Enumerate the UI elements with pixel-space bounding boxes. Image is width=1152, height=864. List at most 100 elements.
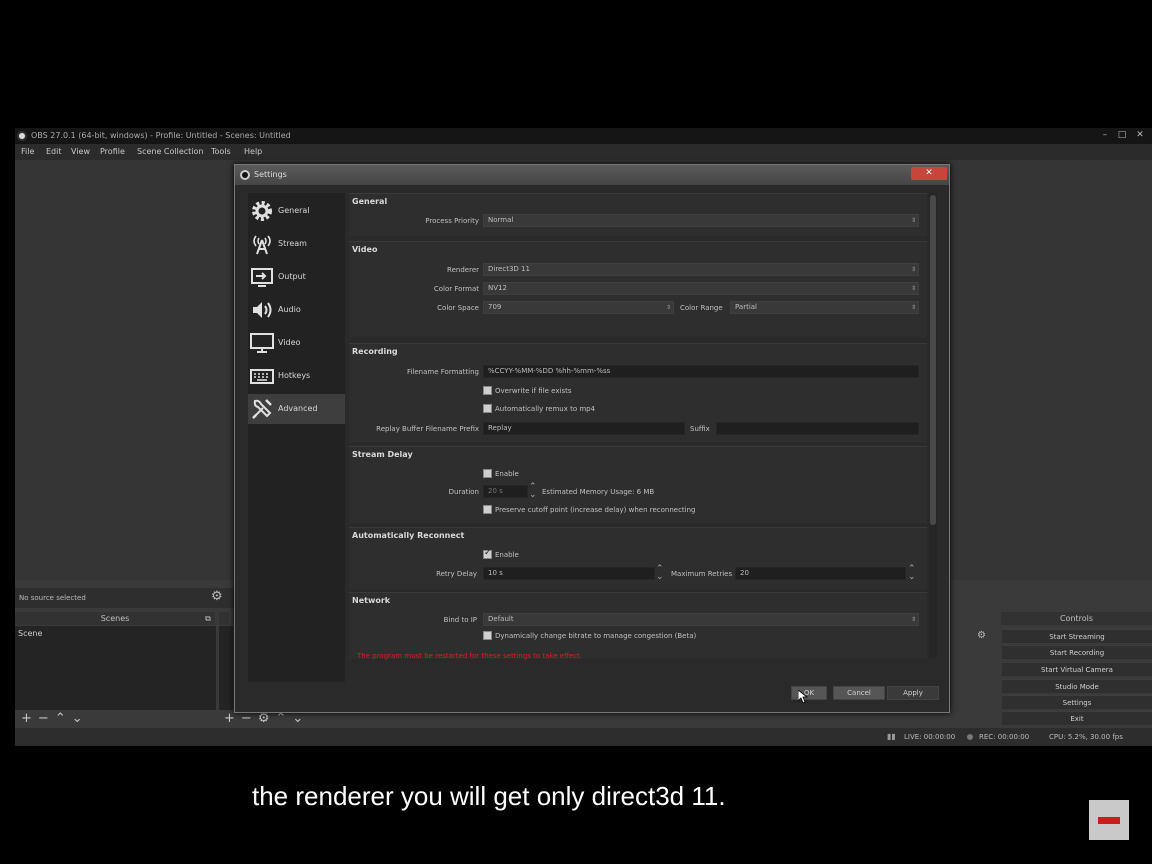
start-recording-button[interactable]: Start Recording bbox=[1002, 645, 1152, 659]
scrollbar-thumb[interactable] bbox=[930, 195, 936, 525]
scenes-list[interactable]: Scene bbox=[15, 626, 216, 710]
menu-file[interactable]: File bbox=[21, 147, 34, 156]
filename-formatting-input[interactable]: %CCYY-%MM-%DD %hh-%mm-%ss bbox=[483, 365, 919, 378]
settings-button[interactable]: Settings bbox=[1002, 695, 1152, 709]
start-virtual-camera-button[interactable]: Start Virtual Camera bbox=[1002, 662, 1152, 676]
section-title: Video bbox=[352, 245, 378, 254]
color-range-select[interactable]: Partial ⇕ bbox=[730, 301, 919, 314]
close-icon[interactable]: ✕ bbox=[1133, 129, 1147, 141]
no-source-label: No source selected bbox=[19, 594, 86, 602]
process-priority-label: Process Priority bbox=[425, 217, 479, 225]
cancel-button[interactable]: Cancel bbox=[833, 686, 885, 700]
sidebar-item-general[interactable]: General bbox=[248, 196, 345, 226]
output-icon bbox=[251, 268, 273, 287]
color-format-select[interactable]: NV12 ⇕ bbox=[483, 282, 919, 295]
suffix-label: Suffix bbox=[690, 425, 710, 433]
sidebar-item-video[interactable]: Video bbox=[248, 328, 345, 358]
exit-button[interactable]: Exit bbox=[1002, 711, 1152, 725]
sidebar-item-advanced[interactable]: Advanced bbox=[248, 394, 345, 424]
bind-ip-select[interactable]: Default ⇕ bbox=[483, 613, 919, 626]
studio-mode-button[interactable]: Studio Mode bbox=[1002, 679, 1152, 693]
renderer-select[interactable]: Direct3D 11 ⇕ bbox=[483, 263, 919, 276]
settings-content: General Process Priority Normal ⇕ Video R… bbox=[349, 193, 927, 659]
obs-logo-icon bbox=[240, 170, 250, 180]
gear-icon bbox=[252, 201, 272, 221]
color-format-label: Color Format bbox=[433, 285, 479, 293]
suffix-input[interactable] bbox=[716, 422, 919, 435]
source-settings-gear-icon[interactable]: ⚙ bbox=[258, 711, 270, 726]
dock-float-icon[interactable]: ⧉ bbox=[201, 612, 215, 625]
retry-delay-label: Retry Delay bbox=[436, 570, 477, 578]
dynamic-bitrate-checkbox[interactable] bbox=[483, 631, 492, 640]
duration-input[interactable]: 20 s bbox=[483, 485, 528, 498]
source-up-icon[interactable]: ⌃ bbox=[275, 711, 286, 726]
settings-scrollbar[interactable] bbox=[929, 193, 937, 659]
max-retries-spinner-icon[interactable]: ⌃ ⌄ bbox=[908, 565, 916, 582]
retry-delay-spinner-icon[interactable]: ⌃ ⌄ bbox=[656, 565, 664, 582]
color-space-select[interactable]: 709 ⇕ bbox=[483, 301, 674, 314]
start-streaming-button[interactable]: Start Streaming bbox=[1002, 629, 1152, 643]
add-source-icon[interactable]: + bbox=[224, 711, 235, 726]
reconnect-enable-checkbox[interactable] bbox=[483, 548, 492, 559]
color-space-label: Color Space bbox=[437, 304, 479, 312]
retry-delay-input[interactable]: 10 s bbox=[483, 567, 655, 580]
mixer-gear-icon[interactable]: ⚙ bbox=[977, 630, 986, 641]
general-section: General Process Priority Normal ⇕ bbox=[349, 193, 927, 236]
auto-reconnect-section: Automatically Reconnect Enable Retry Del… bbox=[349, 527, 927, 589]
preserve-cutoff-checkbox[interactable] bbox=[483, 505, 492, 514]
remux-checkbox[interactable] bbox=[483, 404, 492, 413]
sidebar-item-output[interactable]: Output bbox=[248, 262, 345, 292]
minimize-icon[interactable]: – bbox=[1098, 129, 1112, 141]
network-section: Network Bind to IP Default ⇕ Dynamically … bbox=[349, 592, 927, 659]
stream-delay-enable-checkbox[interactable] bbox=[483, 469, 492, 478]
renderer-label: Renderer bbox=[447, 266, 479, 274]
duration-spinner-icon[interactable]: ⌃ ⌄ bbox=[529, 483, 537, 500]
source-down-icon[interactable]: ⌄ bbox=[292, 711, 303, 726]
menu-tools[interactable]: Tools bbox=[211, 147, 231, 156]
video-subtitle: the renderer you will get only direct3d … bbox=[252, 781, 726, 811]
menu-help[interactable]: Help bbox=[244, 147, 262, 156]
add-scene-icon[interactable]: + bbox=[21, 711, 32, 726]
duration-label: Duration bbox=[448, 488, 479, 496]
sidebar-item-hotkeys[interactable]: Hotkeys bbox=[248, 361, 345, 391]
status-bar: ▮▮ LIVE: 00:00:00 REC: 00:00:00 CPU: 5.2… bbox=[15, 728, 1152, 746]
replay-prefix-input[interactable]: Replay bbox=[483, 422, 685, 435]
speaker-icon bbox=[253, 302, 272, 318]
menu-profile[interactable]: Profile bbox=[100, 147, 125, 156]
apply-button[interactable]: Apply bbox=[887, 686, 939, 700]
process-priority-select[interactable]: Normal ⇕ bbox=[483, 214, 919, 227]
logo-mark bbox=[1098, 817, 1120, 824]
obs-window-title: OBS 27.0.1 (64-bit, windows) - Profile: … bbox=[31, 131, 291, 140]
settings-sidebar: General Stream Output Audio Video Hotkey… bbox=[248, 193, 345, 682]
max-retries-input[interactable]: 20 bbox=[735, 567, 906, 580]
sources-list[interactable] bbox=[219, 626, 233, 710]
sources-dock-title bbox=[219, 612, 229, 625]
menu-view[interactable]: View bbox=[71, 147, 90, 156]
sidebar-item-label: Output bbox=[278, 272, 306, 281]
overwrite-label: Overwrite if file exists bbox=[495, 387, 572, 395]
section-title: Stream Delay bbox=[352, 450, 413, 459]
sidebar-item-label: Stream bbox=[278, 239, 307, 248]
menu-bar: File Edit View Profile Scene Collection … bbox=[15, 144, 1152, 160]
stream-status-icon: ▮▮ bbox=[887, 732, 896, 741]
ok-button[interactable]: OK bbox=[791, 686, 827, 700]
scene-list-item[interactable]: Scene bbox=[18, 629, 42, 638]
maximize-icon[interactable]: □ bbox=[1115, 129, 1129, 141]
memory-usage-text: Estimated Memory Usage: 6 MB bbox=[542, 488, 655, 496]
sources-toolbar: + − ⚙ ⌃ ⌄ bbox=[224, 711, 309, 727]
move-down-icon[interactable]: ⌄ bbox=[72, 711, 83, 726]
overwrite-checkbox[interactable] bbox=[483, 386, 492, 395]
remove-source-icon[interactable]: − bbox=[241, 711, 252, 726]
move-up-icon[interactable]: ⌃ bbox=[55, 711, 66, 726]
sidebar-item-stream[interactable]: Stream bbox=[248, 229, 345, 259]
section-title: Recording bbox=[352, 347, 398, 356]
menu-scene-collection[interactable]: Scene Collection bbox=[137, 147, 204, 156]
remove-scene-icon[interactable]: − bbox=[38, 711, 49, 726]
dynamic-bitrate-label: Dynamically change bitrate to manage con… bbox=[495, 632, 697, 640]
settings-close-button[interactable]: ✕ bbox=[911, 167, 947, 180]
menu-edit[interactable]: Edit bbox=[46, 147, 62, 156]
sidebar-item-audio[interactable]: Audio bbox=[248, 295, 345, 325]
controls-panel: Start Streaming Start Recording Start Vi… bbox=[1001, 610, 1152, 728]
source-properties-gear-icon[interactable]: ⚙ bbox=[211, 589, 223, 604]
chevron-updown-icon: ⇕ bbox=[910, 616, 916, 623]
